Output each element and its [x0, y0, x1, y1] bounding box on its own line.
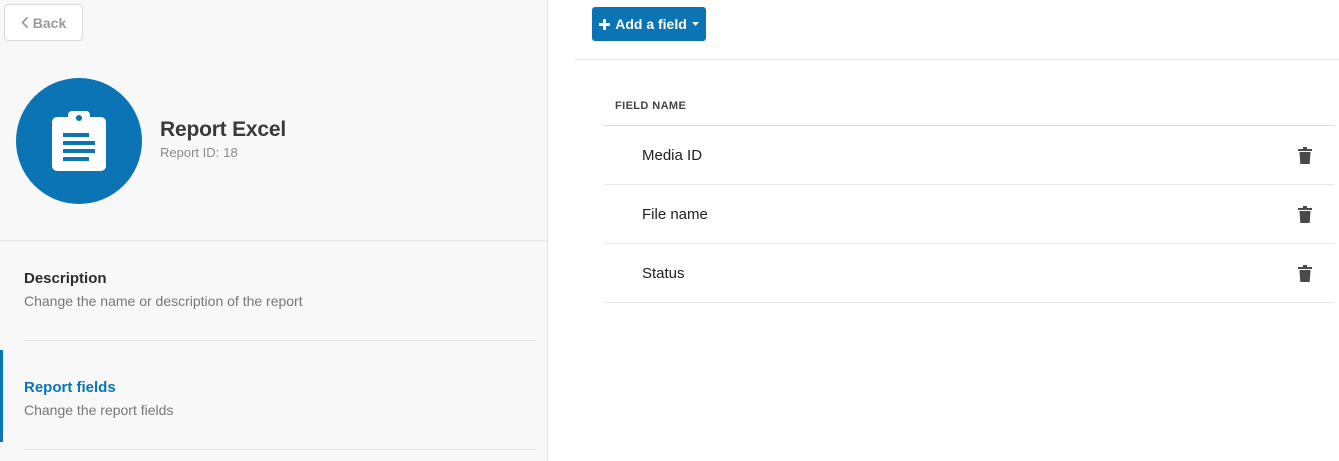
- report-title: Report Excel: [160, 118, 286, 141]
- section-subtitle: Change the report fields: [24, 402, 174, 418]
- section-title: Description: [24, 270, 107, 287]
- trash-icon: [1298, 146, 1312, 164]
- section-divider: [24, 340, 536, 341]
- delete-field-button[interactable]: [1296, 204, 1314, 224]
- add-field-label: Add a field: [615, 16, 687, 32]
- table-row: Status: [604, 244, 1335, 303]
- section-title: Report fields: [24, 379, 116, 396]
- plus-icon: [599, 18, 611, 30]
- delete-field-button[interactable]: [1296, 145, 1314, 165]
- trash-icon: [1298, 205, 1312, 223]
- report-sidebar: Back Report Excel Report ID: 18 Descripti…: [0, 0, 548, 461]
- table-row: Media ID: [604, 126, 1335, 185]
- section-subtitle: Change the name or description of the re…: [24, 293, 303, 309]
- report-avatar: [16, 78, 142, 204]
- section-description[interactable]: Description Change the name or descripti…: [0, 241, 547, 341]
- field-name: File name: [642, 206, 708, 223]
- back-button-label: Back: [32, 14, 67, 31]
- delete-field-button[interactable]: [1296, 263, 1314, 283]
- back-button[interactable]: Back: [4, 4, 83, 41]
- chevron-left-icon: [21, 17, 28, 28]
- column-header-field-name: FIELD NAME: [615, 100, 687, 112]
- table-row: File name: [604, 185, 1335, 244]
- section-divider: [24, 449, 536, 450]
- caret-down-icon: [691, 22, 699, 26]
- trash-icon: [1298, 264, 1312, 282]
- field-name: Media ID: [642, 147, 703, 164]
- report-id-value: 18: [223, 145, 238, 160]
- report-id-label: Report ID:: [160, 145, 220, 160]
- report-id: Report ID: 18: [160, 145, 238, 160]
- toolbar-divider: [575, 59, 1339, 60]
- add-field-button[interactable]: Add a field: [592, 7, 706, 41]
- section-report-fields[interactable]: Report fields Change the report fields: [0, 350, 547, 442]
- clipboard-list-icon: [52, 111, 106, 171]
- active-indicator: [0, 350, 3, 442]
- field-name: Status: [642, 265, 685, 282]
